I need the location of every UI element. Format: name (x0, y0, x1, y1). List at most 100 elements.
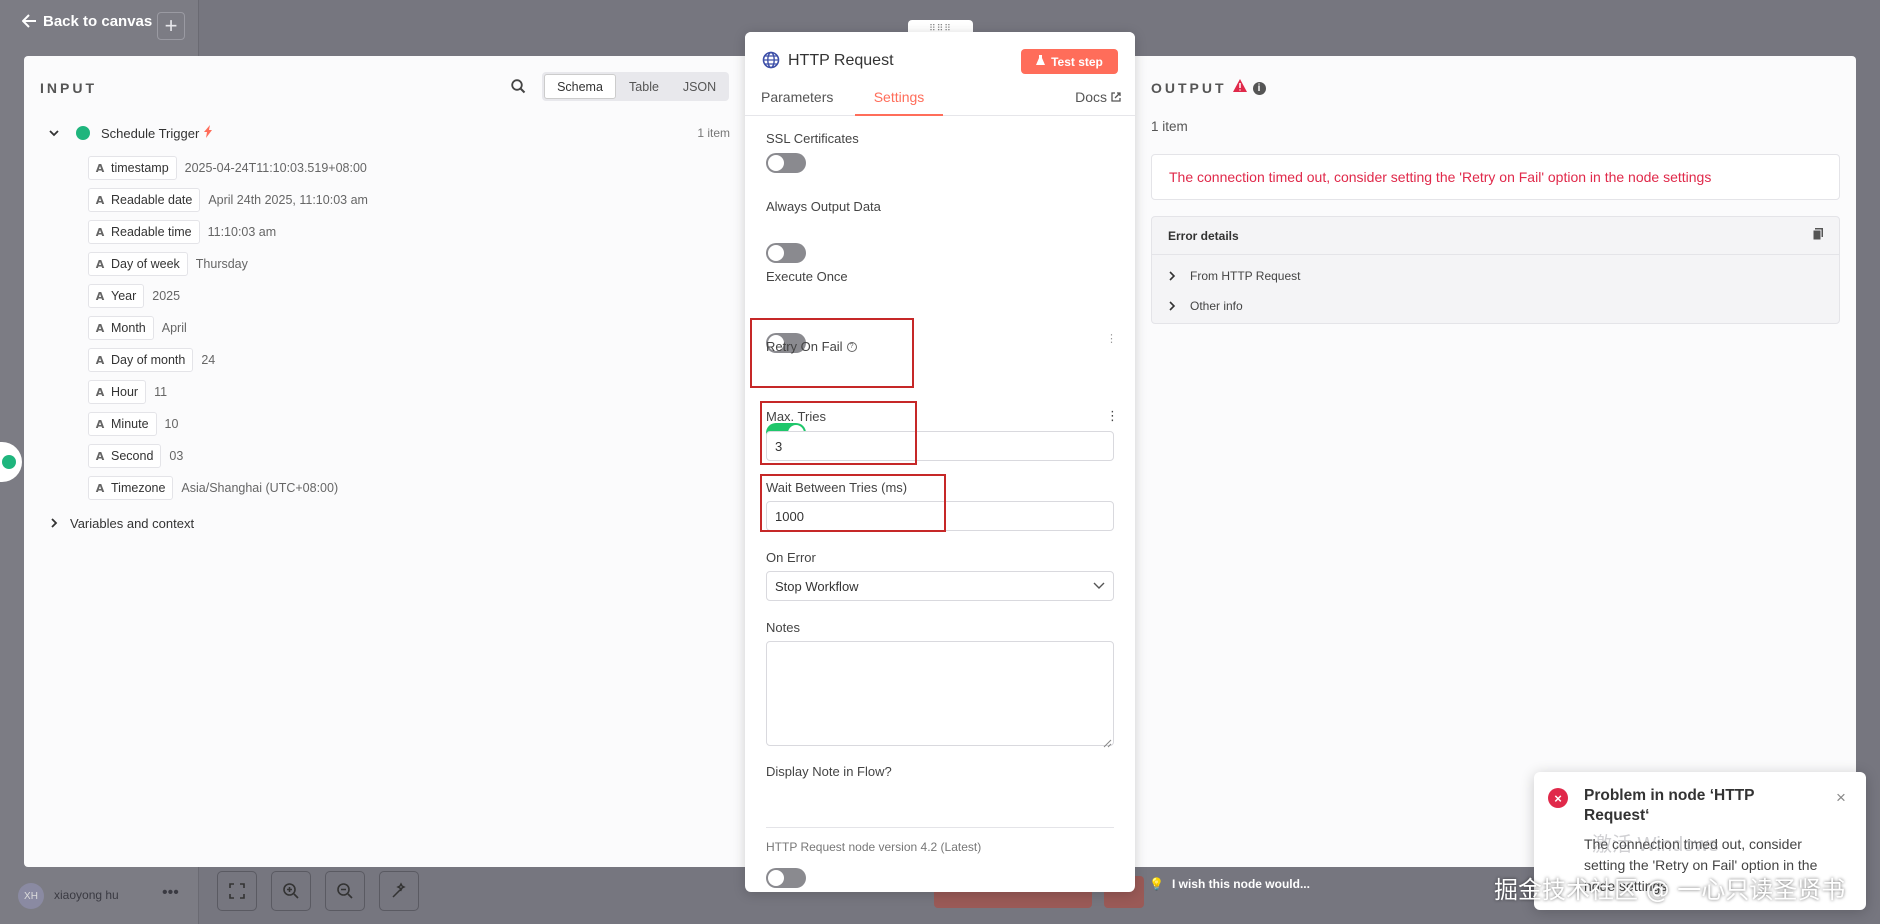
tidy-up-button[interactable] (379, 871, 419, 911)
schema-field-row[interactable]: A Hour 11 (88, 376, 728, 408)
back-to-canvas-button[interactable]: Back to canvas (22, 10, 152, 32)
zoom-out-icon (337, 883, 353, 899)
add-node-button[interactable]: + (157, 12, 185, 40)
feedback-link[interactable]: 💡 I wish this node would... (1149, 874, 1310, 894)
schema-field-row[interactable]: Atimestamp 2025-04-24T11:10:03.519+08:00 (88, 152, 728, 184)
string-type-icon: A (95, 385, 105, 399)
field-key-badge[interactable]: A Minute (88, 412, 157, 436)
schema-field-row[interactable]: A Second 03 (88, 440, 728, 472)
toast-close-icon[interactable]: × (1836, 788, 1846, 808)
string-type-icon: A (95, 193, 105, 207)
on-error-select[interactable]: Stop Workflow (766, 571, 1114, 601)
field-key: Minute (111, 417, 149, 431)
arrow-left-icon (22, 14, 37, 28)
zoom-to-fit-button[interactable] (217, 871, 257, 911)
detail-row-other-info[interactable]: Other info (1152, 291, 1839, 321)
docs-link[interactable]: Docs (1075, 89, 1121, 105)
field-key-badge[interactable]: A Timezone (88, 476, 174, 500)
schema-field-row[interactable]: A Day of week Thursday (88, 248, 728, 280)
fullscreen-icon (229, 883, 245, 899)
version-divider (766, 827, 1114, 828)
field-key: Second (111, 449, 154, 463)
field-value: April (161, 321, 187, 335)
always-output-toggle[interactable] (766, 243, 806, 263)
globe-icon (762, 51, 780, 74)
notes-textarea[interactable] (766, 641, 1114, 746)
flask-icon (1036, 54, 1046, 69)
field-key: Day of month (111, 353, 186, 367)
on-error-value: Stop Workflow (775, 578, 859, 594)
field-key-badge[interactable]: A Month (88, 316, 154, 340)
string-type-icon: A (95, 289, 105, 303)
tab-settings[interactable]: Settings (855, 89, 943, 116)
field-key-badge[interactable]: A Hour (88, 380, 147, 404)
field-value: Asia/Shanghai (UTC+08:00) (181, 481, 339, 495)
input-search-icon[interactable] (511, 79, 526, 99)
zoom-out-button[interactable] (325, 871, 365, 911)
node-title[interactable]: HTTP Request (788, 52, 894, 70)
field-key-badge[interactable]: A Readable time (88, 220, 200, 244)
back-to-canvas-label: Back to canvas (43, 12, 153, 30)
tab-schema[interactable]: Schema (544, 74, 616, 99)
detail-row-from-http[interactable]: From HTTP Request (1152, 261, 1839, 291)
resize-grip-icon[interactable] (1103, 735, 1112, 753)
error-message-box: The connection timed out, consider setti… (1151, 154, 1840, 200)
error-details-label: Error details (1168, 228, 1239, 243)
field-key: Hour (111, 385, 139, 399)
schema-field-row[interactable]: A Readable time 11:10:03 am (88, 216, 728, 248)
lightbulb-icon: 💡 (1149, 877, 1164, 891)
field-key-badge[interactable]: A Readable date (88, 188, 201, 212)
schema-field-row[interactable]: A Year 2025 (88, 280, 728, 312)
trigger-name: Schedule Trigger (101, 125, 200, 141)
zoom-in-icon (283, 883, 299, 899)
schema-field-row[interactable]: A Timezone Asia/Shanghai (UTC+08:00) (88, 472, 728, 504)
input-item-count: 1 item (697, 126, 730, 140)
always-output-label: Always Output Data (766, 199, 881, 214)
ssl-toggle[interactable] (766, 153, 806, 173)
error-details-box: Error details From HTTP Request Other in… (1151, 216, 1840, 324)
tab-json[interactable]: JSON (672, 80, 727, 94)
test-step-button[interactable]: Test step (1021, 49, 1118, 74)
string-type-icon: A (95, 353, 105, 367)
schema-field-row[interactable]: A Day of month 24 (88, 344, 728, 376)
node-version: HTTP Request node version 4.2 (Latest) (766, 840, 982, 854)
schema-field-row[interactable]: A Minute 10 (88, 408, 728, 440)
schema-field-list: Atimestamp 2025-04-24T11:10:03.519+08:00 A… (88, 152, 728, 504)
field-key: Readable time (111, 225, 192, 239)
field-value: 24 (201, 353, 216, 367)
variables-label: Variables and context (70, 515, 195, 531)
field-value: Thursday (195, 257, 248, 271)
field-key-badge[interactable]: A Day of month (88, 348, 194, 372)
variables-context-row[interactable]: Variables and context (48, 513, 194, 533)
string-type-icon: A (95, 481, 105, 495)
display-note-toggle[interactable] (766, 868, 806, 888)
error-message: The connection timed out, consider setti… (1169, 169, 1712, 185)
retry-options-icon[interactable]: ⋮ (1106, 334, 1117, 345)
schedule-trigger-row[interactable]: Schedule Trigger 1 item (48, 121, 730, 145)
field-key-badge[interactable]: A Day of week (88, 252, 188, 276)
error-circle-icon: × (1548, 788, 1568, 808)
on-error-label: On Error (766, 550, 816, 565)
field-key-badge[interactable]: A Year (88, 284, 145, 308)
field-key: Timezone (111, 481, 166, 495)
copy-icon[interactable] (1812, 227, 1823, 245)
schema-field-row[interactable]: A Readable date April 24th 2025, 11:10:03 … (88, 184, 728, 216)
tab-parameters[interactable]: Parameters (761, 89, 833, 105)
info-icon[interactable]: i (1252, 81, 1266, 95)
field-value: 10 (164, 417, 179, 431)
user-menu-icon[interactable]: ••• (162, 884, 179, 902)
notes-label: Notes (766, 620, 800, 635)
highlight-retry-on-fail (750, 318, 914, 388)
field-value: 11 (154, 385, 168, 399)
zoom-in-button[interactable] (271, 871, 311, 911)
schema-field-row[interactable]: A Month April (88, 312, 728, 344)
max-tries-options-icon[interactable]: ⋮ (1106, 408, 1119, 424)
field-key-badge[interactable]: A Second (88, 444, 162, 468)
field-key: timestamp (111, 161, 169, 175)
user-avatar[interactable]: XH (18, 883, 44, 909)
user-name: xiaoyong hu (54, 888, 119, 902)
field-key-badge[interactable]: Atimestamp (88, 156, 177, 180)
string-type-icon: A (95, 161, 105, 175)
tab-table[interactable]: Table (616, 80, 672, 94)
detail-label: Other info (1190, 299, 1243, 313)
